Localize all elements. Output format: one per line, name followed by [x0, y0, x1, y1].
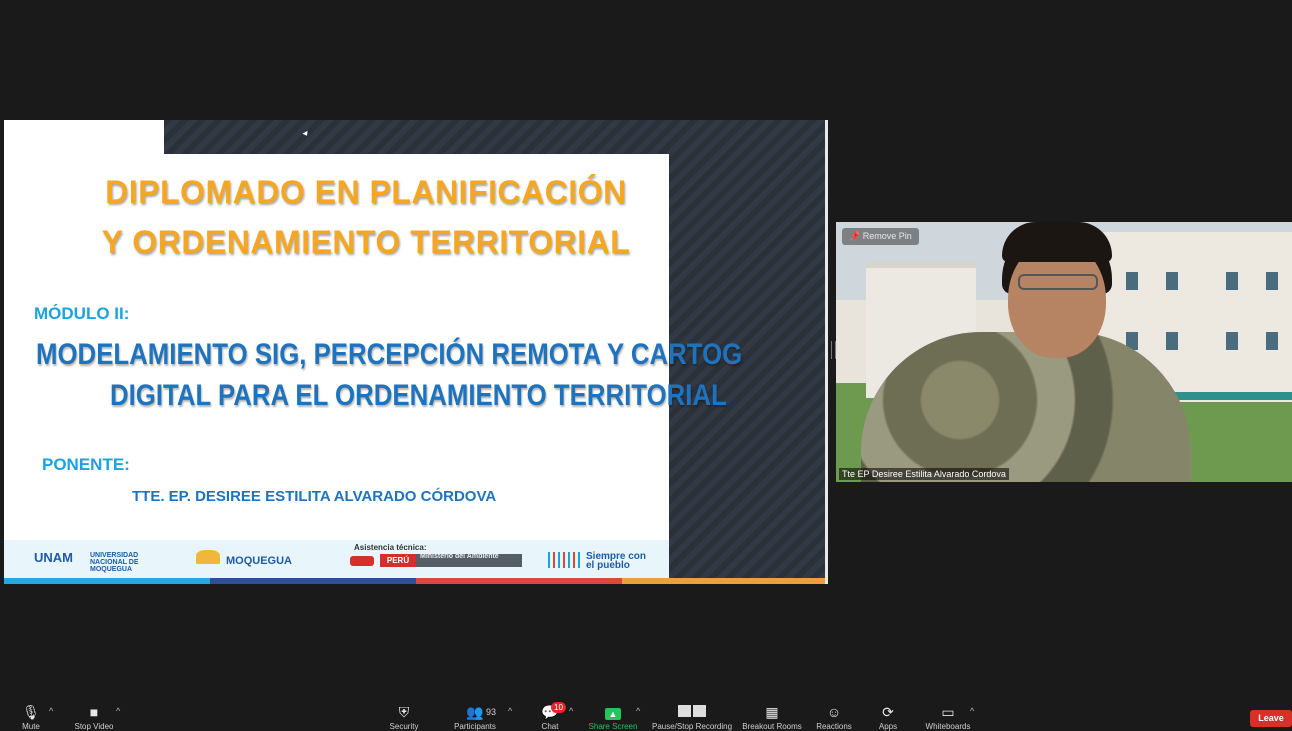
remove-pin-label: Remove Pin: [862, 231, 912, 241]
share-screen-button[interactable]: ▲ Share Screen: [586, 696, 640, 731]
apps-icon: ⟳: [882, 704, 894, 720]
participants-label: Participants: [454, 722, 496, 731]
slide-top-strip: [4, 120, 164, 156]
slide-subtitle-line1: MODELAMIENTO SIG, PERCEPCIÓN REMOTA Y CA…: [36, 338, 743, 371]
shared-screen: DIPLOMADO EN PLANIFICACIÓN Y ORDENAMIENT…: [4, 120, 828, 584]
pin-icon: 📌: [849, 231, 861, 241]
pause-recording-label: Pause/Stop Recording: [652, 722, 733, 731]
university-logo-text: UNIVERSIDAD NACIONAL DE MOQUEGUA: [90, 552, 139, 573]
share-screen-label: Share Screen: [588, 722, 638, 731]
slide-color-stripe: [4, 578, 828, 584]
region-logo-text: MOQUEGUA: [226, 555, 292, 567]
whiteboard-icon: ▭: [941, 704, 955, 720]
participant-body: [861, 332, 1191, 482]
participant-glasses: [1018, 274, 1098, 290]
leave-button[interactable]: Leave: [1250, 710, 1292, 727]
apps-label: Apps: [878, 722, 898, 731]
slide-subtitle-line2: DIGITAL PARA EL ORDENAMIENTO TERRITORIAL: [110, 379, 727, 412]
whiteboards-button[interactable]: ▭ Whiteboards: [924, 696, 972, 731]
peru-emblem-icon: [350, 556, 374, 566]
slide-speaker-name: TTE. EP. DESIREE ESTILITA ALVARADO CÓRDO…: [132, 488, 497, 505]
unam-logo-text: UNAM: [34, 550, 73, 565]
mute-button[interactable]: 🎙 Mute: [16, 696, 46, 731]
meeting-toolbar: 🎙 Mute ^ ■ Stop Video ^ ⛨ Security 👥 Par…: [0, 696, 1292, 731]
participants-count: 93: [486, 707, 497, 717]
share-screen-icon: ▲: [586, 704, 640, 720]
participant-name-label: Tte EP Desiree Estilita Alvarado Cordova: [839, 468, 1009, 480]
breakout-rooms-label: Breakout Rooms: [742, 722, 802, 731]
slide-logo-bar: UNAM UNIVERSIDAD NACIONAL DE MOQUEGUA MO…: [4, 540, 669, 578]
whiteboards-label: Whiteboards: [925, 722, 971, 731]
technical-assistance-label: Asistencia técnica:: [354, 543, 427, 552]
mute-label: Mute: [22, 722, 40, 731]
ministry-text: Ministerio del Ambiente: [416, 553, 522, 567]
share-options-caret-icon[interactable]: ^: [636, 706, 640, 716]
reactions-button[interactable]: ☺ Reactions: [814, 696, 854, 731]
security-button[interactable]: ⛨ Security: [385, 696, 423, 731]
audio-options-caret-icon[interactable]: ^: [49, 706, 53, 716]
slogan-text: Siempre con el pueblo: [586, 551, 647, 571]
slide-module-label: MÓDULO II:: [34, 304, 130, 323]
chat-options-caret-icon[interactable]: ^: [569, 706, 573, 716]
pause-stop-recording-button[interactable]: Pause/Stop Recording: [652, 696, 732, 731]
security-label: Security: [389, 722, 419, 731]
participant-video-tile[interactable]: 📌 Remove Pin Tte EP Desiree Estilita Alv…: [836, 222, 1292, 482]
pause-recording-icon: [652, 704, 732, 720]
chat-unread-badge: 10: [551, 702, 566, 713]
whiteboards-options-caret-icon[interactable]: ^: [970, 706, 974, 716]
reactions-label: Reactions: [816, 722, 852, 731]
shield-icon: ⛨: [398, 704, 410, 720]
remove-pin-button[interactable]: 📌 Remove Pin: [842, 228, 919, 245]
apps-button[interactable]: ⟳ Apps: [874, 696, 902, 731]
breakout-rooms-icon: ▦: [765, 704, 779, 720]
microphone-icon: 🎙: [22, 704, 40, 720]
smiley-add-icon: ☺: [826, 704, 842, 720]
share-border: [825, 120, 828, 584]
chat-label: Chat: [541, 722, 559, 731]
participant-hair-top: [1002, 222, 1112, 262]
slide-title-line1: DIPLOMADO EN PLANIFICACIÓN: [105, 174, 627, 210]
slide-title-line2: Y ORDENAMIENTO TERRITORIAL: [101, 224, 631, 260]
stop-video-label: Stop Video: [74, 722, 114, 731]
slogan-logo-icon: [548, 552, 582, 568]
slide-speaker-label: PONENTE:: [42, 455, 130, 474]
participants-options-caret-icon[interactable]: ^: [508, 706, 512, 716]
video-options-caret-icon[interactable]: ^: [116, 706, 120, 716]
peru-brand-text: PERÚ: [380, 554, 416, 567]
breakout-rooms-button[interactable]: ▦ Breakout Rooms: [742, 696, 802, 731]
stop-video-button[interactable]: ■ Stop Video: [70, 696, 118, 731]
presentation-slide: DIPLOMADO EN PLANIFICACIÓN Y ORDENAMIENT…: [4, 154, 742, 540]
region-logo-icon: [196, 550, 220, 564]
video-camera-icon: ■: [89, 704, 99, 720]
